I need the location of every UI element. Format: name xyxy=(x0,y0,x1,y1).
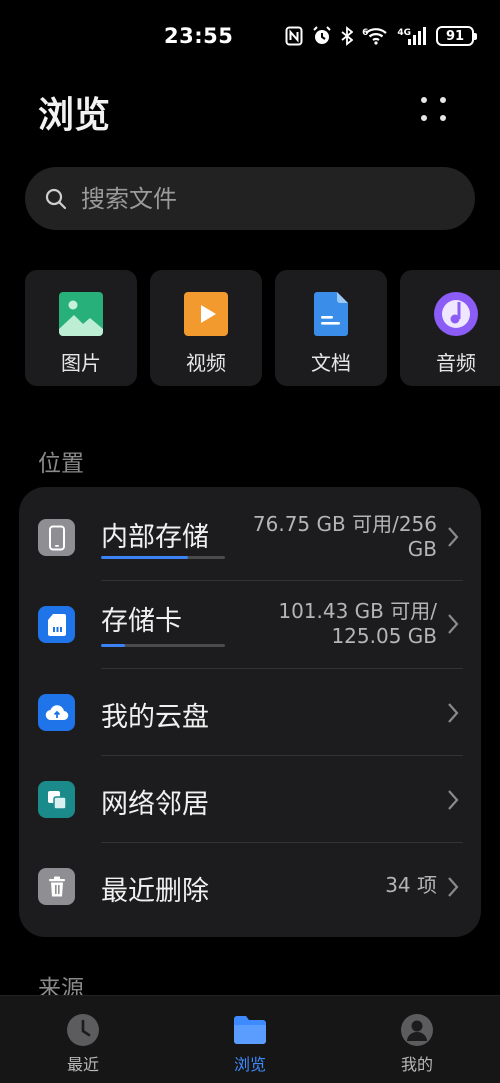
nav-label: 我的 xyxy=(400,1055,433,1074)
search-bar[interactable] xyxy=(25,167,475,230)
location-name: 网络邻居 xyxy=(101,789,209,820)
wifi-icon: 6 xyxy=(362,27,388,45)
category-label: 音频 xyxy=(436,351,476,375)
storage-capacity: 76.75 GB 可用/256 GB xyxy=(253,512,437,562)
phone-icon xyxy=(38,519,75,556)
storage-capacity-line2: GB xyxy=(407,537,437,561)
chevron-right-icon xyxy=(448,527,459,547)
storage-usage-bar xyxy=(101,644,225,647)
category-label: 图片 xyxy=(61,351,101,375)
sd-card-icon xyxy=(38,606,75,643)
cloud-icon xyxy=(38,694,75,731)
location-name: 存储卡 xyxy=(101,606,182,637)
storage-usage-bar xyxy=(101,556,225,559)
category-images[interactable]: 图片 xyxy=(25,270,137,386)
status-icons: 6 4G 91 xyxy=(285,24,477,48)
category-documents[interactable]: 文档 xyxy=(275,270,387,386)
search-icon xyxy=(45,188,67,209)
status-bar: 23:55 6 4G 91 xyxy=(0,0,500,72)
location-name: 最近删除 xyxy=(101,876,209,907)
category-videos[interactable]: 视频 xyxy=(150,270,262,386)
trash-icon xyxy=(38,868,75,905)
signal-icon: 4G xyxy=(397,27,427,45)
nav-label: 浏览 xyxy=(233,1055,266,1074)
status-time: 23:55 xyxy=(164,24,234,48)
nav-tab-browse[interactable]: 浏览 xyxy=(195,996,305,1083)
storage-capacity: 101.43 GB 可用/ 125.05 GB xyxy=(278,599,437,649)
location-network-neighbors[interactable]: 网络邻居 xyxy=(19,756,481,843)
page-title: 浏览 xyxy=(38,95,111,136)
bottom-navigation: 最近 浏览 我的 xyxy=(0,995,500,1083)
nfc-icon xyxy=(285,26,303,46)
video-icon xyxy=(184,292,228,336)
battery-level: 91 xyxy=(445,28,465,44)
nav-label: 最近 xyxy=(66,1055,99,1074)
storage-usage-fill xyxy=(101,644,125,647)
location-storage-card[interactable]: 存储卡 101.43 GB 可用/ 125.05 GB xyxy=(19,581,481,668)
more-options-button[interactable] xyxy=(416,92,452,128)
location-name: 内部存储 xyxy=(101,522,209,553)
category-label: 视频 xyxy=(186,351,226,375)
location-internal-storage[interactable]: 内部存储 76.75 GB 可用/256 GB xyxy=(19,487,481,574)
storage-usage-fill xyxy=(101,556,188,559)
deleted-item-count: 34 项 xyxy=(385,873,437,897)
file-manager-screen: 23:55 6 4G 91 浏览 搜索文件 图片 视频 文档 音频 位置 内部存… xyxy=(0,0,500,1083)
category-label: 文档 xyxy=(311,351,351,375)
category-row: 图片 视频 文档 音频 xyxy=(25,270,500,386)
chevron-right-icon xyxy=(448,877,459,897)
alarm-icon xyxy=(312,26,332,46)
storage-capacity-line1: 101.43 GB 可用/ xyxy=(278,599,437,623)
image-icon xyxy=(59,292,103,336)
network-neighbors-icon xyxy=(38,781,75,818)
search-input[interactable] xyxy=(81,184,421,213)
chevron-right-icon xyxy=(448,790,459,810)
folder-icon xyxy=(233,1013,267,1047)
profile-icon xyxy=(400,1013,434,1047)
battery-icon: 91 xyxy=(436,26,477,46)
locations-section-title: 位置 xyxy=(38,451,84,477)
location-name: 我的云盘 xyxy=(101,702,209,733)
locations-card: 内部存储 76.75 GB 可用/256 GB 存储卡 101.43 GB 可用… xyxy=(19,487,481,937)
storage-capacity-line1: 76.75 GB 可用/256 xyxy=(252,512,437,536)
location-my-cloud[interactable]: 我的云盘 xyxy=(19,669,481,756)
document-icon xyxy=(314,292,348,336)
category-audio[interactable]: 音频 xyxy=(400,270,500,386)
bluetooth-icon xyxy=(341,26,354,46)
chevron-right-icon xyxy=(448,703,459,723)
clock-icon xyxy=(66,1013,100,1047)
storage-capacity-line2: 125.05 GB xyxy=(331,624,437,648)
more-dots-icon xyxy=(421,97,446,121)
audio-icon xyxy=(434,292,478,336)
nav-tab-mine[interactable]: 我的 xyxy=(362,996,472,1083)
nav-tab-recent[interactable]: 最近 xyxy=(28,996,138,1083)
location-recently-deleted[interactable]: 最近删除 34 项 xyxy=(19,843,481,930)
chevron-right-icon xyxy=(448,614,459,634)
